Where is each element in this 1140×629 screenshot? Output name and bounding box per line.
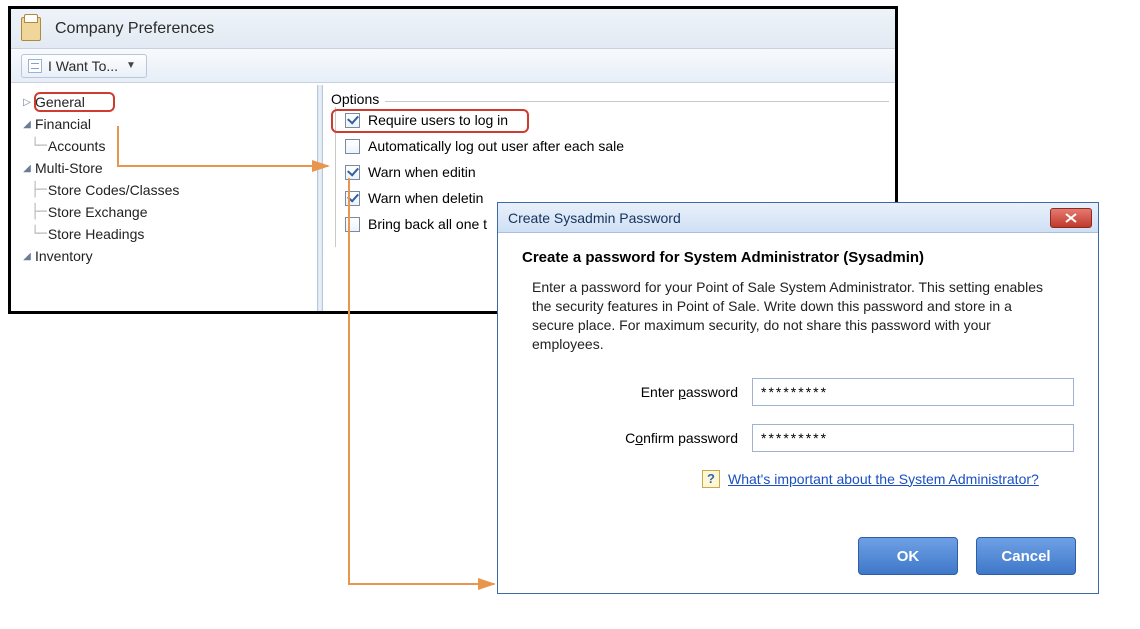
prefs-icon	[21, 17, 41, 41]
close-button[interactable]	[1050, 208, 1092, 228]
enter-password-label: Enter password	[522, 384, 752, 400]
checkbox-require-login[interactable]	[345, 113, 360, 128]
tree-item-accounts[interactable]: └─ Accounts	[17, 135, 313, 157]
i-want-to-label: I Want To...	[48, 58, 118, 74]
enter-password-row: Enter password	[522, 378, 1074, 406]
collapse-icon[interactable]: ◢	[21, 163, 33, 174]
tree-item-storeheadings[interactable]: └─ Store Headings	[17, 223, 313, 245]
dialog-body: Create a password for System Administrat…	[498, 233, 1098, 537]
tree-item-multistore[interactable]: ◢ Multi-Store	[17, 157, 313, 179]
tree-item-inventory[interactable]: ◢ Inventory	[17, 245, 313, 267]
checkbox-auto-logout[interactable]	[345, 139, 360, 154]
close-icon	[1065, 213, 1077, 223]
ok-button[interactable]: OK	[858, 537, 958, 575]
expand-icon[interactable]: ▷	[21, 97, 33, 108]
tree-item-financial[interactable]: ◢ Financial	[17, 113, 313, 135]
sysadmin-password-dialog: Create Sysadmin Password Create a passwo…	[497, 202, 1099, 594]
checkbox-warn-edit[interactable]	[345, 165, 360, 180]
collapse-icon[interactable]: ◢	[21, 119, 33, 130]
dialog-buttons: OK Cancel	[498, 537, 1098, 593]
prefs-title: Company Preferences	[55, 20, 214, 38]
dialog-description: Enter a password for your Point of Sale …	[532, 278, 1052, 354]
dialog-titlebar: Create Sysadmin Password	[498, 203, 1098, 233]
i-want-to-button[interactable]: I Want To... ▼	[21, 54, 147, 78]
collapse-icon[interactable]: ◢	[21, 251, 33, 262]
tree-item-general[interactable]: ▷ General	[17, 91, 313, 113]
help-row: ? What's important about the System Admi…	[522, 470, 1074, 488]
dialog-heading: Create a password for System Administrat…	[522, 249, 1074, 266]
prefs-tree: ▷ General ◢ Financial └─ Accounts ◢ Mult…	[17, 91, 313, 267]
confirm-password-row: Confirm password	[522, 424, 1074, 452]
confirm-password-input[interactable]	[752, 424, 1074, 452]
tree-item-storecodes[interactable]: ├─ Store Codes/Classes	[17, 179, 313, 201]
help-icon: ?	[702, 470, 720, 488]
tree-item-storeexchange[interactable]: ├─ Store Exchange	[17, 201, 313, 223]
chevron-down-icon: ▼	[126, 60, 136, 71]
checkbox-bring-back[interactable]	[345, 217, 360, 232]
options-legend: Options	[331, 91, 385, 107]
checkbox-warn-delete[interactable]	[345, 191, 360, 206]
prefs-titlebar: Company Preferences	[11, 9, 895, 49]
confirm-password-label: Confirm password	[522, 430, 752, 446]
list-icon	[28, 59, 42, 73]
help-link[interactable]: What's important about the System Admini…	[728, 471, 1039, 487]
enter-password-input[interactable]	[752, 378, 1074, 406]
prefs-toolbar: I Want To... ▼	[11, 49, 895, 83]
cancel-button[interactable]: Cancel	[976, 537, 1076, 575]
dialog-title: Create Sysadmin Password	[508, 210, 1050, 226]
splitter[interactable]	[317, 85, 323, 311]
